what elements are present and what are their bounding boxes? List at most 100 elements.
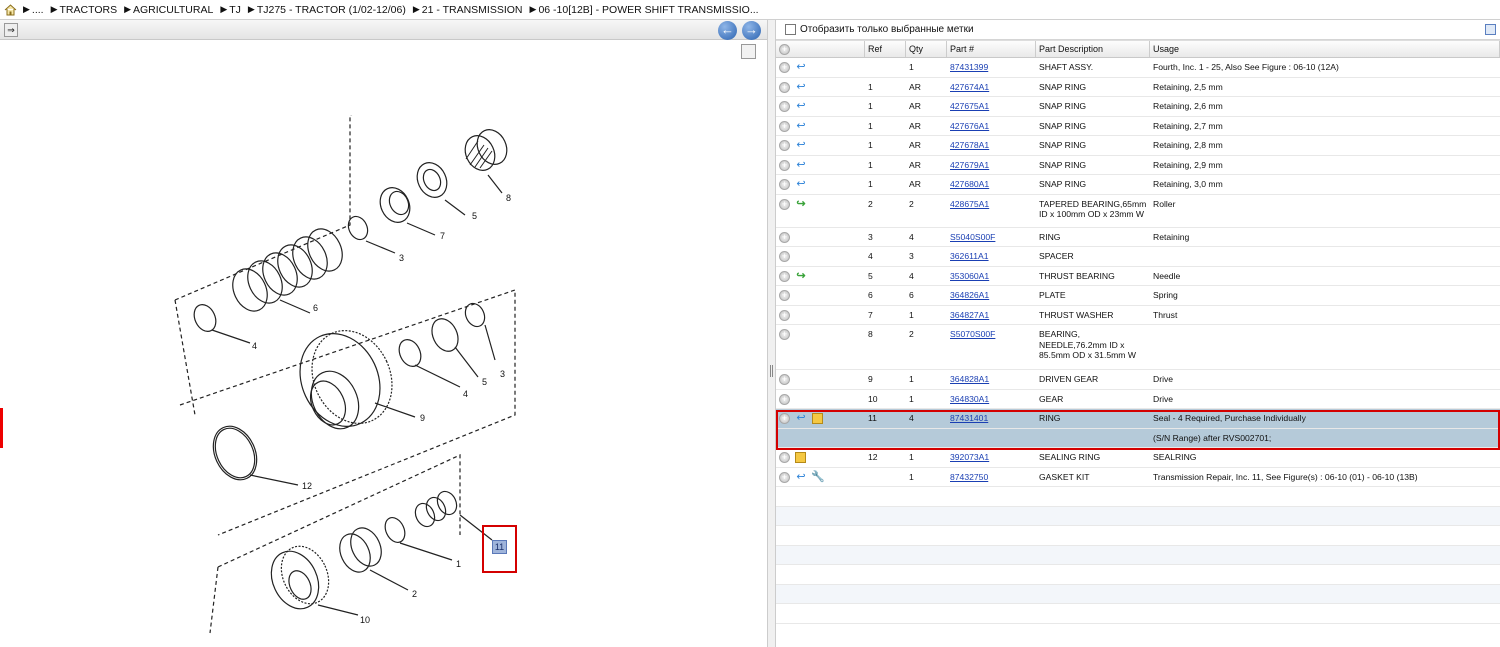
table-row[interactable]: + ↩ 🔧 1 87432750 GASKET KIT Transmission Repai… xyxy=(776,468,1500,487)
part-number-link[interactable]: 353060A1 xyxy=(947,267,1036,286)
expand-row-icon[interactable]: + xyxy=(779,101,790,112)
replacement-arrow-icon[interactable]: ↩ xyxy=(795,412,807,424)
expand-row-icon[interactable]: + xyxy=(779,329,790,340)
replacement-arrow-icon[interactable]: ↩ xyxy=(795,61,807,73)
breadcrumb-item[interactable]: 06 -10[12B] - POWER SHIFT TRANSMISSIO... xyxy=(538,4,758,16)
expand-row-icon[interactable]: + xyxy=(779,413,790,424)
expand-row-icon[interactable]: + xyxy=(779,198,790,210)
home-icon[interactable] xyxy=(4,3,17,16)
expand-row-icon[interactable]: + xyxy=(779,62,790,73)
part-number-link[interactable]: 428675A1 xyxy=(947,195,1036,227)
column-qty[interactable]: Qty xyxy=(906,41,947,57)
diagram-label: 4 xyxy=(252,341,257,351)
breadcrumb-item[interactable]: 21 - TRANSMISSION xyxy=(422,4,523,16)
hotspot-callout[interactable]: 11 xyxy=(482,525,517,573)
part-number-link[interactable]: 364830A1 xyxy=(947,390,1036,409)
part-number-link[interactable]: 364826A1 xyxy=(947,286,1036,305)
row-usage: Thrust xyxy=(1153,309,1178,320)
row-icons-cell: + xyxy=(776,370,865,389)
table-row[interactable]: + ↩ 1 AR 427680A1 SNAP RING Retaining, 3,0 mm xyxy=(776,175,1500,195)
table-row[interactable]: +10 1 364830A1 GEAR Drive xyxy=(776,390,1500,409)
table-row[interactable]: +7 1 364827A1 THRUST WASHER Thrust xyxy=(776,306,1500,325)
replacement-arrow-icon[interactable]: ↩ xyxy=(795,178,807,190)
table-row[interactable]: + ↩ 1 AR 427679A1 SNAP RING Retaining, 2,9 mm xyxy=(776,156,1500,175)
column-ref[interactable]: Ref xyxy=(865,41,906,57)
alternate-arrow-icon[interactable]: ↪ xyxy=(795,198,807,210)
part-number-link[interactable]: 427676A1 xyxy=(947,117,1036,136)
part-number-link[interactable]: 364827A1 xyxy=(947,306,1036,325)
row-usage: Retaining, 2,7 mm xyxy=(1153,120,1223,131)
replacement-arrow-icon[interactable]: ↩ xyxy=(795,159,807,171)
table-row[interactable]: + ↩ 1 AR 427678A1 SNAP RING Retaining, 2,8 mm xyxy=(776,136,1500,156)
table-row[interactable]: + ↩ 11 4 87431401 RING Seal - 4 Required, Purc… xyxy=(776,409,1500,429)
part-number-link[interactable]: 392073A1 xyxy=(947,448,1036,467)
expand-row-icon[interactable]: + xyxy=(779,393,790,405)
part-number-link[interactable]: 87431399 xyxy=(947,58,1036,77)
row-icons-cell: + ↩ xyxy=(776,78,865,97)
expand-row-icon[interactable]: + xyxy=(779,251,790,262)
export-icon[interactable]: ⇒ xyxy=(4,23,18,37)
expand-row-icon[interactable]: + xyxy=(779,309,790,321)
expand-row-icon[interactable]: + xyxy=(779,231,790,243)
part-number-link[interactable]: 364828A1 xyxy=(947,370,1036,389)
replacement-arrow-icon[interactable]: ↩ xyxy=(795,81,807,93)
replacement-arrow-icon[interactable]: ↩ xyxy=(795,100,807,112)
column-part[interactable]: Part # xyxy=(947,41,1036,57)
column-usage[interactable]: Usage xyxy=(1150,41,1500,57)
table-row[interactable]: +3 4 S5040S00F RING Retaining xyxy=(776,228,1500,247)
expand-row-icon[interactable]: + xyxy=(779,81,790,93)
part-number-link[interactable]: 427679A1 xyxy=(947,156,1036,175)
panel-splitter[interactable] xyxy=(767,20,776,647)
table-row[interactable]: + ↩ 1 87431399 SHAFT ASSY. Fourth, Inc. 1 - 2… xyxy=(776,58,1500,78)
part-number-link[interactable]: S5040S00F xyxy=(947,228,1036,247)
table-row[interactable]: + ↪ 2 2 428675A1 TAPERED BEARING,65mm ID x 10… xyxy=(776,195,1500,228)
breadcrumb-item[interactable]: TJ275 - TRACTOR (1/02-12/06) xyxy=(257,4,406,16)
expand-row-icon[interactable]: + xyxy=(779,290,790,301)
show-selected-checkbox[interactable] xyxy=(785,24,796,35)
table-row[interactable]: +4 3 362611A1 SPACER xyxy=(776,247,1500,267)
breadcrumb-item[interactable]: TRACTORS xyxy=(60,4,118,16)
expand-row-icon[interactable]: + xyxy=(779,374,790,385)
replacement-arrow-icon[interactable]: ↩ xyxy=(795,139,807,151)
expand-row-icon[interactable]: + xyxy=(779,140,790,151)
column-description[interactable]: Part Description xyxy=(1036,41,1150,57)
replacement-arrow-icon[interactable]: ↩ xyxy=(795,120,807,132)
table-row[interactable]: +12 1 392073A1 SEALING RING SEALRING xyxy=(776,448,1500,468)
hotspot-badge[interactable]: 11 xyxy=(492,540,507,554)
package-icon[interactable] xyxy=(812,413,823,424)
expand-row-icon[interactable]: + xyxy=(779,452,790,463)
table-row-continuation[interactable]: (S/N Range) after RVS002701; xyxy=(776,428,1500,448)
table-row[interactable]: +8 2 S5070S00F BEARING, NEEDLE,76.2mm ID x … xyxy=(776,325,1500,370)
forward-arrow-icon[interactable]: → xyxy=(742,21,761,40)
wrench-icon[interactable]: 🔧 xyxy=(811,471,825,483)
alternate-arrow-icon[interactable]: ↪ xyxy=(795,270,807,282)
table-row[interactable]: +6 6 364826A1 PLATE Spring xyxy=(776,286,1500,306)
replacement-arrow-icon[interactable]: ↩ xyxy=(795,471,807,483)
table-row[interactable]: + ↩ 1 AR 427675A1 SNAP RING Retaining, 2,6 mm xyxy=(776,97,1500,117)
breadcrumb-item[interactable]: TJ xyxy=(229,4,241,16)
part-number-link[interactable]: 427674A1 xyxy=(947,78,1036,97)
expand-row-icon[interactable]: + xyxy=(779,120,790,132)
part-number-link[interactable]: 427675A1 xyxy=(947,97,1036,116)
breadcrumb-item[interactable]: AGRICULTURAL xyxy=(133,4,213,16)
part-number-link[interactable]: 87432750 xyxy=(947,468,1036,487)
part-number-link[interactable]: 427680A1 xyxy=(947,175,1036,194)
part-number-link[interactable]: 427678A1 xyxy=(947,136,1036,155)
table-row[interactable]: + ↪ 5 4 353060A1 THRUST BEARING Needle xyxy=(776,267,1500,286)
part-number-link[interactable]: S5070S00F xyxy=(947,325,1036,369)
part-number-link[interactable]: 362611A1 xyxy=(947,247,1036,266)
expand-row-icon[interactable]: + xyxy=(779,270,790,282)
part-number-link[interactable]: 87431401 xyxy=(947,409,1036,428)
expand-row-icon[interactable]: + xyxy=(779,179,790,190)
expand-all-icon[interactable]: + xyxy=(779,44,790,55)
zoom-toggle-button[interactable] xyxy=(741,44,756,59)
table-row[interactable]: + ↩ 1 AR 427674A1 SNAP RING Retaining, 2,5 mm xyxy=(776,78,1500,97)
grid-settings-icon[interactable] xyxy=(1485,24,1496,35)
expand-row-icon[interactable]: + xyxy=(779,471,790,483)
back-arrow-icon[interactable]: ← xyxy=(718,21,737,40)
package-icon[interactable] xyxy=(795,452,806,463)
table-row[interactable]: + ↩ 1 AR 427676A1 SNAP RING Retaining, 2,7 mm xyxy=(776,117,1500,136)
breadcrumb-item[interactable]: .... xyxy=(32,4,44,16)
table-row[interactable]: +9 1 364828A1 DRIVEN GEAR Drive xyxy=(776,370,1500,390)
expand-row-icon[interactable]: + xyxy=(779,159,790,171)
